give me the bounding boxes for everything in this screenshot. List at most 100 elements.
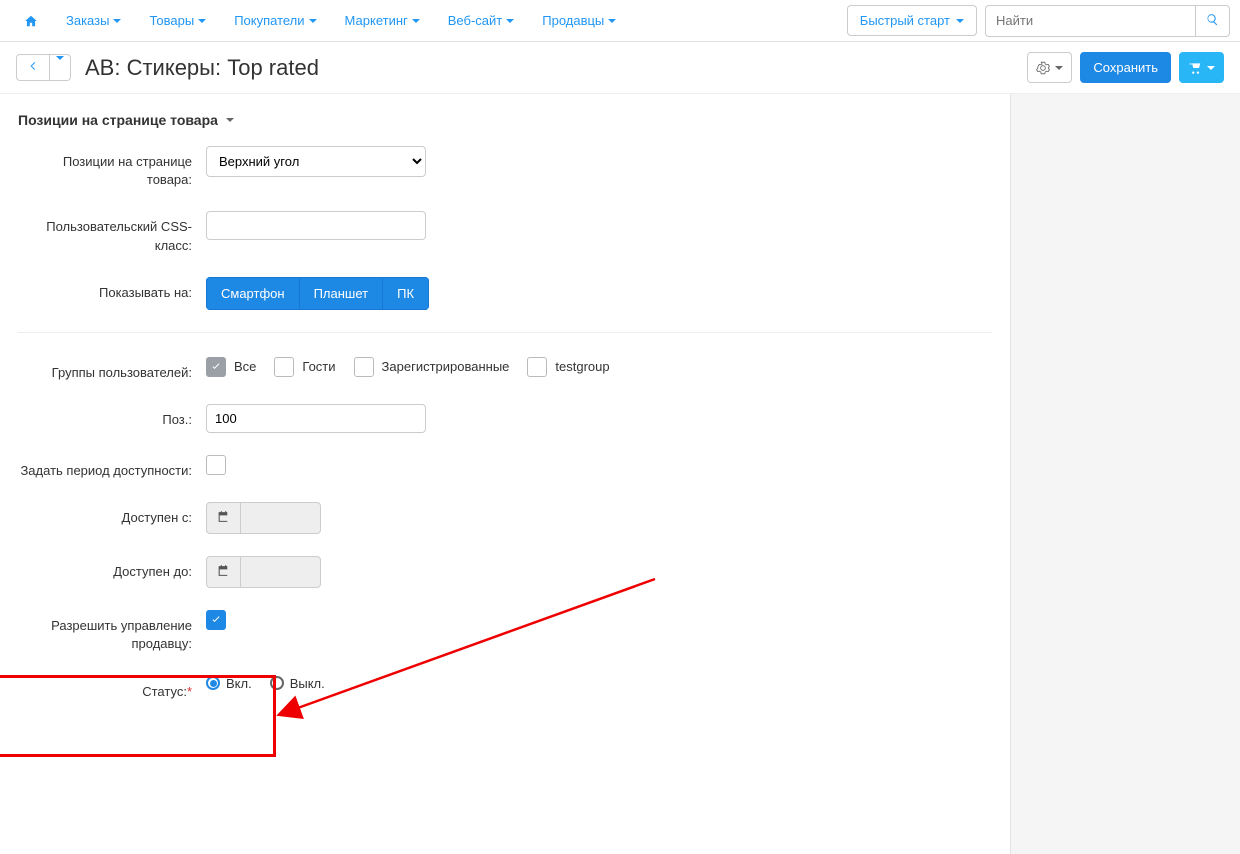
main-content: Позиции на странице товара Позиции на ст… xyxy=(0,94,1010,854)
label-show-on: Показывать на: xyxy=(18,277,206,302)
radio-off-icon xyxy=(270,676,284,690)
checkbox-guests[interactable] xyxy=(274,357,294,377)
label-status: Статус:* xyxy=(18,676,206,701)
row-vendor-manage: Разрешить управление продавцу: xyxy=(18,610,992,653)
label-user-groups: Группы пользователей: xyxy=(18,357,206,382)
top-navbar: Заказы Товары Покупатели Маркетинг Веб-с… xyxy=(0,0,1240,42)
input-css-class[interactable] xyxy=(206,211,426,240)
back-dropdown-button[interactable] xyxy=(50,54,71,81)
section-title[interactable]: Позиции на странице товара xyxy=(18,106,992,146)
section-title-text: Позиции на странице товара xyxy=(18,112,218,128)
quick-start-label: Быстрый старт xyxy=(860,13,950,28)
checkbox-testgroup[interactable] xyxy=(527,357,547,377)
radio-status-on[interactable]: Вкл. xyxy=(206,676,252,691)
label-pos: Поз.: xyxy=(18,404,206,429)
search-icon xyxy=(1206,13,1219,26)
label-vendor-manage: Разрешить управление продавцу: xyxy=(18,610,206,653)
nav-orders[interactable]: Заказы xyxy=(52,13,135,28)
page-header: AB: Стикеры: Top rated Сохранить xyxy=(0,42,1240,94)
caret-down-icon xyxy=(198,19,206,23)
nav-orders-label: Заказы xyxy=(66,13,109,28)
divider xyxy=(18,332,992,333)
nav-website[interactable]: Веб-сайт xyxy=(434,13,528,28)
select-position[interactable]: Верхний угол xyxy=(206,146,426,177)
date-to-input[interactable] xyxy=(241,556,321,588)
row-avail-to: Доступен до: xyxy=(18,556,992,588)
caret-down-icon xyxy=(608,19,616,23)
radio-on-label: Вкл. xyxy=(226,676,252,691)
radio-on-icon xyxy=(206,676,220,690)
row-user-groups: Группы пользователей: Все Гости Зарегист… xyxy=(18,357,992,382)
page-title: AB: Стикеры: Top rated xyxy=(85,55,1013,81)
row-period: Задать период доступности: xyxy=(18,455,992,480)
label-avail-from: Доступен с: xyxy=(18,502,206,527)
group-registered-label: Зарегистрированные xyxy=(382,359,510,374)
calendar-icon xyxy=(217,510,230,523)
toggle-smartphone[interactable]: Смартфон xyxy=(206,277,300,310)
date-from-input[interactable] xyxy=(241,502,321,534)
group-registered: Зарегистрированные xyxy=(354,357,510,377)
search-group xyxy=(985,5,1230,37)
topbar-right: Быстрый старт xyxy=(847,5,1230,37)
label-position: Позиции на странице товара: xyxy=(18,146,206,189)
group-guests-label: Гости xyxy=(302,359,335,374)
cart-button[interactable] xyxy=(1179,52,1224,83)
caret-down-icon xyxy=(506,19,514,23)
caret-down-icon xyxy=(309,19,317,23)
date-to-group xyxy=(206,556,321,588)
nav-products[interactable]: Товары xyxy=(135,13,220,28)
page-header-actions: Сохранить xyxy=(1027,52,1224,83)
row-status: Статус:* Вкл. Выкл. xyxy=(18,676,992,701)
caret-down-icon xyxy=(226,118,234,122)
calendar-icon xyxy=(217,564,230,577)
back-button-group xyxy=(16,54,71,81)
main-wrap: Позиции на странице товара Позиции на ст… xyxy=(0,94,1240,854)
nav-marketing[interactable]: Маркетинг xyxy=(331,13,434,28)
sidebar-right xyxy=(1010,94,1240,854)
back-button[interactable] xyxy=(16,54,50,81)
label-avail-to: Доступен до: xyxy=(18,556,206,581)
settings-button[interactable] xyxy=(1027,52,1072,83)
main-nav: Заказы Товары Покупатели Маркетинг Веб-с… xyxy=(10,13,847,28)
date-from-button[interactable] xyxy=(206,502,241,534)
save-button[interactable]: Сохранить xyxy=(1080,52,1171,83)
caret-down-icon xyxy=(56,56,64,75)
caret-down-icon xyxy=(1055,66,1063,70)
toggle-pc[interactable]: ПК xyxy=(383,277,429,310)
checkbox-registered[interactable] xyxy=(354,357,374,377)
group-all: Все xyxy=(206,357,256,377)
checkbox-period[interactable] xyxy=(206,455,226,475)
radio-status-off[interactable]: Выкл. xyxy=(270,676,325,691)
caret-down-icon xyxy=(956,19,964,23)
label-status-text: Статус: xyxy=(142,684,187,699)
radio-off-label: Выкл. xyxy=(290,676,325,691)
search-button[interactable] xyxy=(1195,5,1230,37)
toggle-tablet[interactable]: Планшет xyxy=(300,277,384,310)
group-guests: Гости xyxy=(274,357,335,377)
label-css-class: Пользовательский CSS-класс: xyxy=(18,211,206,254)
nav-vendors[interactable]: Продавцы xyxy=(528,13,630,28)
home-icon xyxy=(24,14,38,28)
arrow-left-icon xyxy=(27,60,39,72)
nav-vendors-label: Продавцы xyxy=(542,13,604,28)
row-css-class: Пользовательский CSS-класс: xyxy=(18,211,992,254)
check-icon xyxy=(210,361,222,373)
cart-icon xyxy=(1188,61,1202,75)
nav-products-label: Товары xyxy=(149,13,194,28)
input-pos[interactable] xyxy=(206,404,426,433)
caret-down-icon xyxy=(412,19,420,23)
date-from-group xyxy=(206,502,321,534)
nav-website-label: Веб-сайт xyxy=(448,13,502,28)
row-avail-from: Доступен с: xyxy=(18,502,992,534)
caret-down-icon xyxy=(1207,66,1215,70)
date-to-button[interactable] xyxy=(206,556,241,588)
nav-home[interactable] xyxy=(10,14,52,28)
quick-start-button[interactable]: Быстрый старт xyxy=(847,5,977,36)
nav-marketing-label: Маркетинг xyxy=(345,13,408,28)
checkbox-vendor-manage[interactable] xyxy=(206,610,226,630)
checkbox-all[interactable] xyxy=(206,357,226,377)
caret-down-icon xyxy=(113,19,121,23)
row-pos: Поз.: xyxy=(18,404,992,433)
nav-customers[interactable]: Покупатели xyxy=(220,13,330,28)
search-input[interactable] xyxy=(985,5,1195,37)
